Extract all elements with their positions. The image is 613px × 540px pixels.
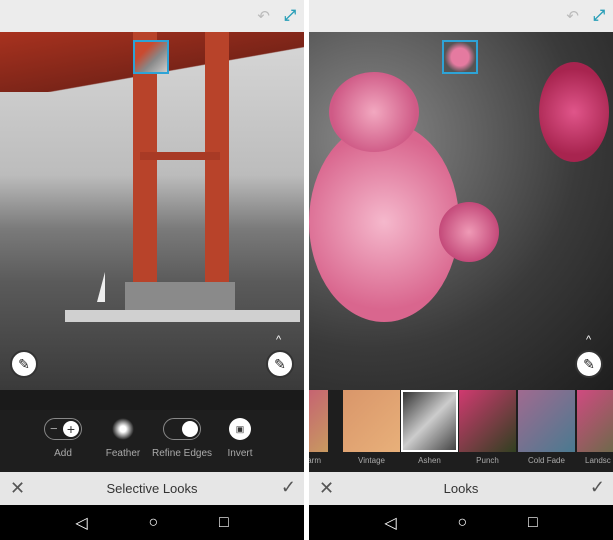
bottom-bar: ✕ Selective Looks ✓ xyxy=(0,472,304,505)
top-bar: ↶ ⤢ xyxy=(309,0,613,32)
bottom-bar: ✕ Looks ✓ xyxy=(309,472,613,505)
screen-title: Selective Looks xyxy=(106,481,198,496)
back-icon[interactable]: ◁ xyxy=(384,513,396,533)
selection-preview-thumbnail[interactable] xyxy=(133,40,169,74)
look-thumbnail-vintage[interactable] xyxy=(343,390,400,452)
look-label: Cold Fade xyxy=(528,456,565,465)
expand-icon[interactable]: ⤢ xyxy=(284,7,296,25)
look-thumbnail-warm[interactable] xyxy=(309,390,328,452)
invert-icon: ▣ xyxy=(229,418,251,440)
look-label: Ashen xyxy=(418,456,441,465)
looks-screen: ↶ ⤢ ^ ✎ arm Vintage Ashen Punch Cold Fade… xyxy=(309,0,613,540)
close-icon[interactable]: ✕ xyxy=(10,478,25,499)
add-subtract-toggle[interactable]: − + xyxy=(44,418,82,440)
looks-strip: arm Vintage Ashen Punch Cold Fade Landsc xyxy=(309,390,613,472)
look-thumbnail-landscape[interactable] xyxy=(577,390,613,452)
undo-icon[interactable]: ↶ xyxy=(566,7,579,25)
magic-wand-icon[interactable]: ✎ xyxy=(266,350,294,378)
recents-icon[interactable]: □ xyxy=(528,514,538,532)
minus-icon: − xyxy=(50,421,58,436)
bridge-photo[interactable]: ✎ ^ ✎ xyxy=(0,32,304,390)
expand-icon[interactable]: ⤢ xyxy=(593,7,605,25)
close-icon[interactable]: ✕ xyxy=(319,478,334,499)
screen-title: Looks xyxy=(443,481,479,496)
magic-wand-icon[interactable]: ✎ xyxy=(575,350,603,378)
invert-tool[interactable]: ▣ Invert xyxy=(200,418,280,459)
look-thumbnail-ashen[interactable] xyxy=(401,390,458,452)
look-thumbnail-cold-fade[interactable] xyxy=(518,390,575,452)
recents-icon[interactable]: □ xyxy=(219,514,229,532)
invert-label: Invert xyxy=(227,448,253,459)
selection-preview-thumbnail[interactable] xyxy=(442,40,478,74)
selective-looks-screen: ↶ ⤢ ✎ ^ ✎ − + Add Feather Refine Edges ▣ I… xyxy=(0,0,304,540)
check-icon[interactable]: ✓ xyxy=(281,477,296,498)
look-label: Vintage xyxy=(358,456,385,465)
home-icon[interactable]: ○ xyxy=(148,514,158,532)
look-label: Landsc xyxy=(585,456,611,465)
check-icon[interactable]: ✓ xyxy=(590,477,605,498)
android-nav-bar: ◁ ○ □ xyxy=(309,505,613,540)
look-thumbnail-punch[interactable] xyxy=(459,390,516,452)
top-bar: ↶ ⤢ xyxy=(0,0,304,32)
selection-tools: − + Add Feather Refine Edges ▣ Invert xyxy=(0,410,304,472)
android-nav-bar: ◁ ○ □ xyxy=(0,505,304,540)
brush-icon[interactable]: ✎ xyxy=(10,350,38,378)
home-icon[interactable]: ○ xyxy=(457,514,467,532)
caret-up-icon[interactable]: ^ xyxy=(586,334,591,346)
flower-photo[interactable]: ^ ✎ xyxy=(309,32,613,390)
look-label: arm xyxy=(309,456,321,465)
undo-icon[interactable]: ↶ xyxy=(257,7,270,25)
feather-icon xyxy=(112,418,134,440)
look-label: Punch xyxy=(476,456,499,465)
caret-up-icon[interactable]: ^ xyxy=(276,334,281,346)
refine-edges-toggle[interactable] xyxy=(163,418,201,440)
back-icon[interactable]: ◁ xyxy=(75,513,87,533)
plus-icon: + xyxy=(63,421,79,437)
